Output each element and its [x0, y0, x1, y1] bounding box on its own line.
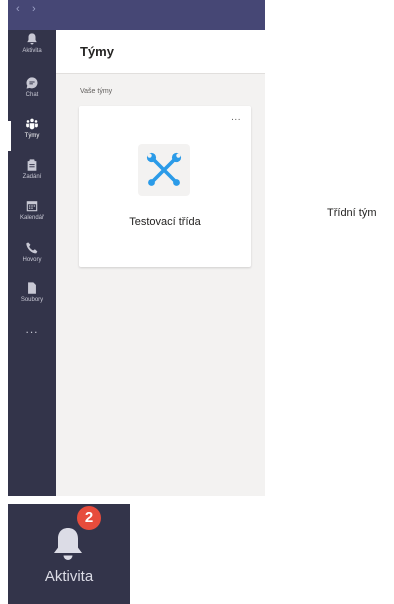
rail-item-chat[interactable]: Chat — [8, 76, 56, 116]
bell-icon — [27, 33, 37, 45]
rail-label: Hovory — [22, 257, 42, 263]
rail-label: Chat — [25, 92, 39, 98]
file-icon — [28, 282, 36, 294]
notification-badge: 2 — [75, 504, 103, 532]
class-team-label: Třídní tým — [327, 207, 377, 219]
team-avatar — [138, 144, 190, 196]
teams-pane: Týmy Vaše týmy ... Testovací třída — [56, 30, 265, 496]
rail-item-kalendar[interactable]: Kalendář — [8, 199, 56, 239]
page-header: Týmy — [56, 30, 265, 74]
team-name: Testovací třída — [129, 216, 201, 228]
phone-icon — [26, 242, 38, 254]
rail-label: Aktivita — [22, 48, 42, 54]
rail-label: Kalendář — [19, 215, 45, 221]
rail-item-hovory[interactable]: Hovory — [8, 241, 56, 281]
rail-item-soubory[interactable]: Soubory — [8, 281, 56, 321]
rail-label: Soubory — [20, 297, 44, 303]
app-rail: Aktivita Chat Týmy Zadání Kalendář Hovor… — [8, 30, 56, 496]
rail-label: Zadání — [22, 174, 42, 180]
rail-label: Týmy — [24, 133, 40, 139]
title-bar: ‹ › — [8, 0, 265, 30]
back-arrow-icon[interactable]: ‹ — [16, 3, 20, 15]
more-apps-icon[interactable]: ... — [8, 322, 56, 336]
activity-zoom-panel[interactable]: 2 Aktivita — [8, 504, 130, 604]
bell-icon — [54, 528, 82, 560]
teams-icon — [26, 118, 38, 130]
page-title: Týmy — [80, 44, 114, 59]
calendar-icon — [26, 201, 38, 212]
chat-icon — [26, 77, 38, 89]
rail-item-zadani[interactable]: Zadání — [8, 158, 56, 198]
assignments-icon — [27, 159, 37, 171]
active-indicator — [8, 121, 11, 151]
team-card[interactable]: ... Testovací třída — [79, 106, 251, 267]
section-label: Vaše týmy — [80, 88, 113, 95]
wrench-screwdriver-icon — [146, 152, 182, 186]
more-options-icon[interactable]: ... — [231, 112, 241, 123]
activity-label: Aktivita — [44, 568, 94, 585]
rail-item-tymy[interactable]: Týmy — [8, 117, 56, 157]
forward-arrow-icon[interactable]: › — [32, 3, 36, 15]
rail-item-aktivita[interactable]: Aktivita — [8, 32, 56, 72]
